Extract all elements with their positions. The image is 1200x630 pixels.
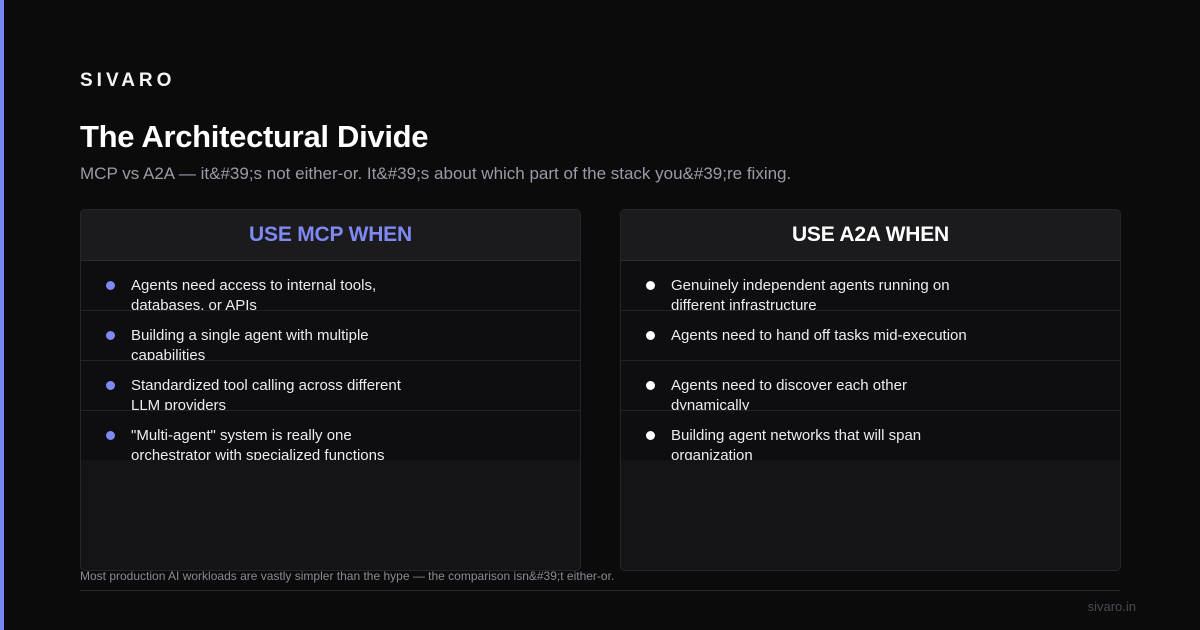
a2a-card-heading: USE A2A WHEN [621,210,1120,261]
mcp-list-item: Agents need access to internal tools, da… [81,261,580,311]
mcp-item-text: Agents need access to internal tools, da… [131,277,377,311]
bullet-dot-icon [646,281,655,290]
page-subtitle: MCP vs A2A — it&#39;s not either-or. It&… [80,164,792,183]
bullet-dot-icon [106,431,115,440]
mcp-list-item: Building a single agent with multiple ca… [81,311,580,361]
site-url: sivaro.in [1087,599,1136,614]
bullet-dot-icon [646,431,655,440]
mcp-item-text: "Multi-agent" system is really one orche… [131,427,385,460]
a2a-item-text: Genuinely independent agents running on … [671,277,950,311]
accent-bar [0,0,4,630]
footer-divider [80,590,1120,591]
a2a-item-text: Agents need to discover each other dynam… [671,377,907,411]
footer-note: Most production AI workloads are vastly … [80,569,615,583]
a2a-item-text: Building agent networks that will span o… [671,427,922,460]
page-title: The Architectural Divide [80,119,429,154]
bullet-dot-icon [646,381,655,390]
bullet-dot-icon [106,331,115,340]
a2a-list-item: Building agent networks that will span o… [621,411,1120,460]
a2a-list-item: Agents need to discover each other dynam… [621,361,1120,411]
a2a-list-item: Genuinely independent agents running on … [621,261,1120,311]
mcp-list-item: Standardized tool calling across differe… [81,361,580,411]
brand-logo: SIVARO [80,70,176,91]
bullet-dot-icon [646,331,655,340]
mcp-list-item: "Multi-agent" system is really one orche… [81,411,580,460]
a2a-card: USE A2A WHEN Genuinely independent agent… [620,209,1121,571]
a2a-list-item: Agents need to hand off tasks mid-execut… [621,311,1120,361]
a2a-item-text: Agents need to hand off tasks mid-execut… [671,327,967,344]
mcp-card-heading: USE MCP WHEN [81,210,580,261]
bullet-dot-icon [106,381,115,390]
mcp-item-text: Standardized tool calling across differe… [131,377,401,411]
mcp-item-text: Building a single agent with multiple ca… [131,327,369,361]
mcp-card: USE MCP WHEN Agents need access to inter… [80,209,581,571]
bullet-dot-icon [106,281,115,290]
